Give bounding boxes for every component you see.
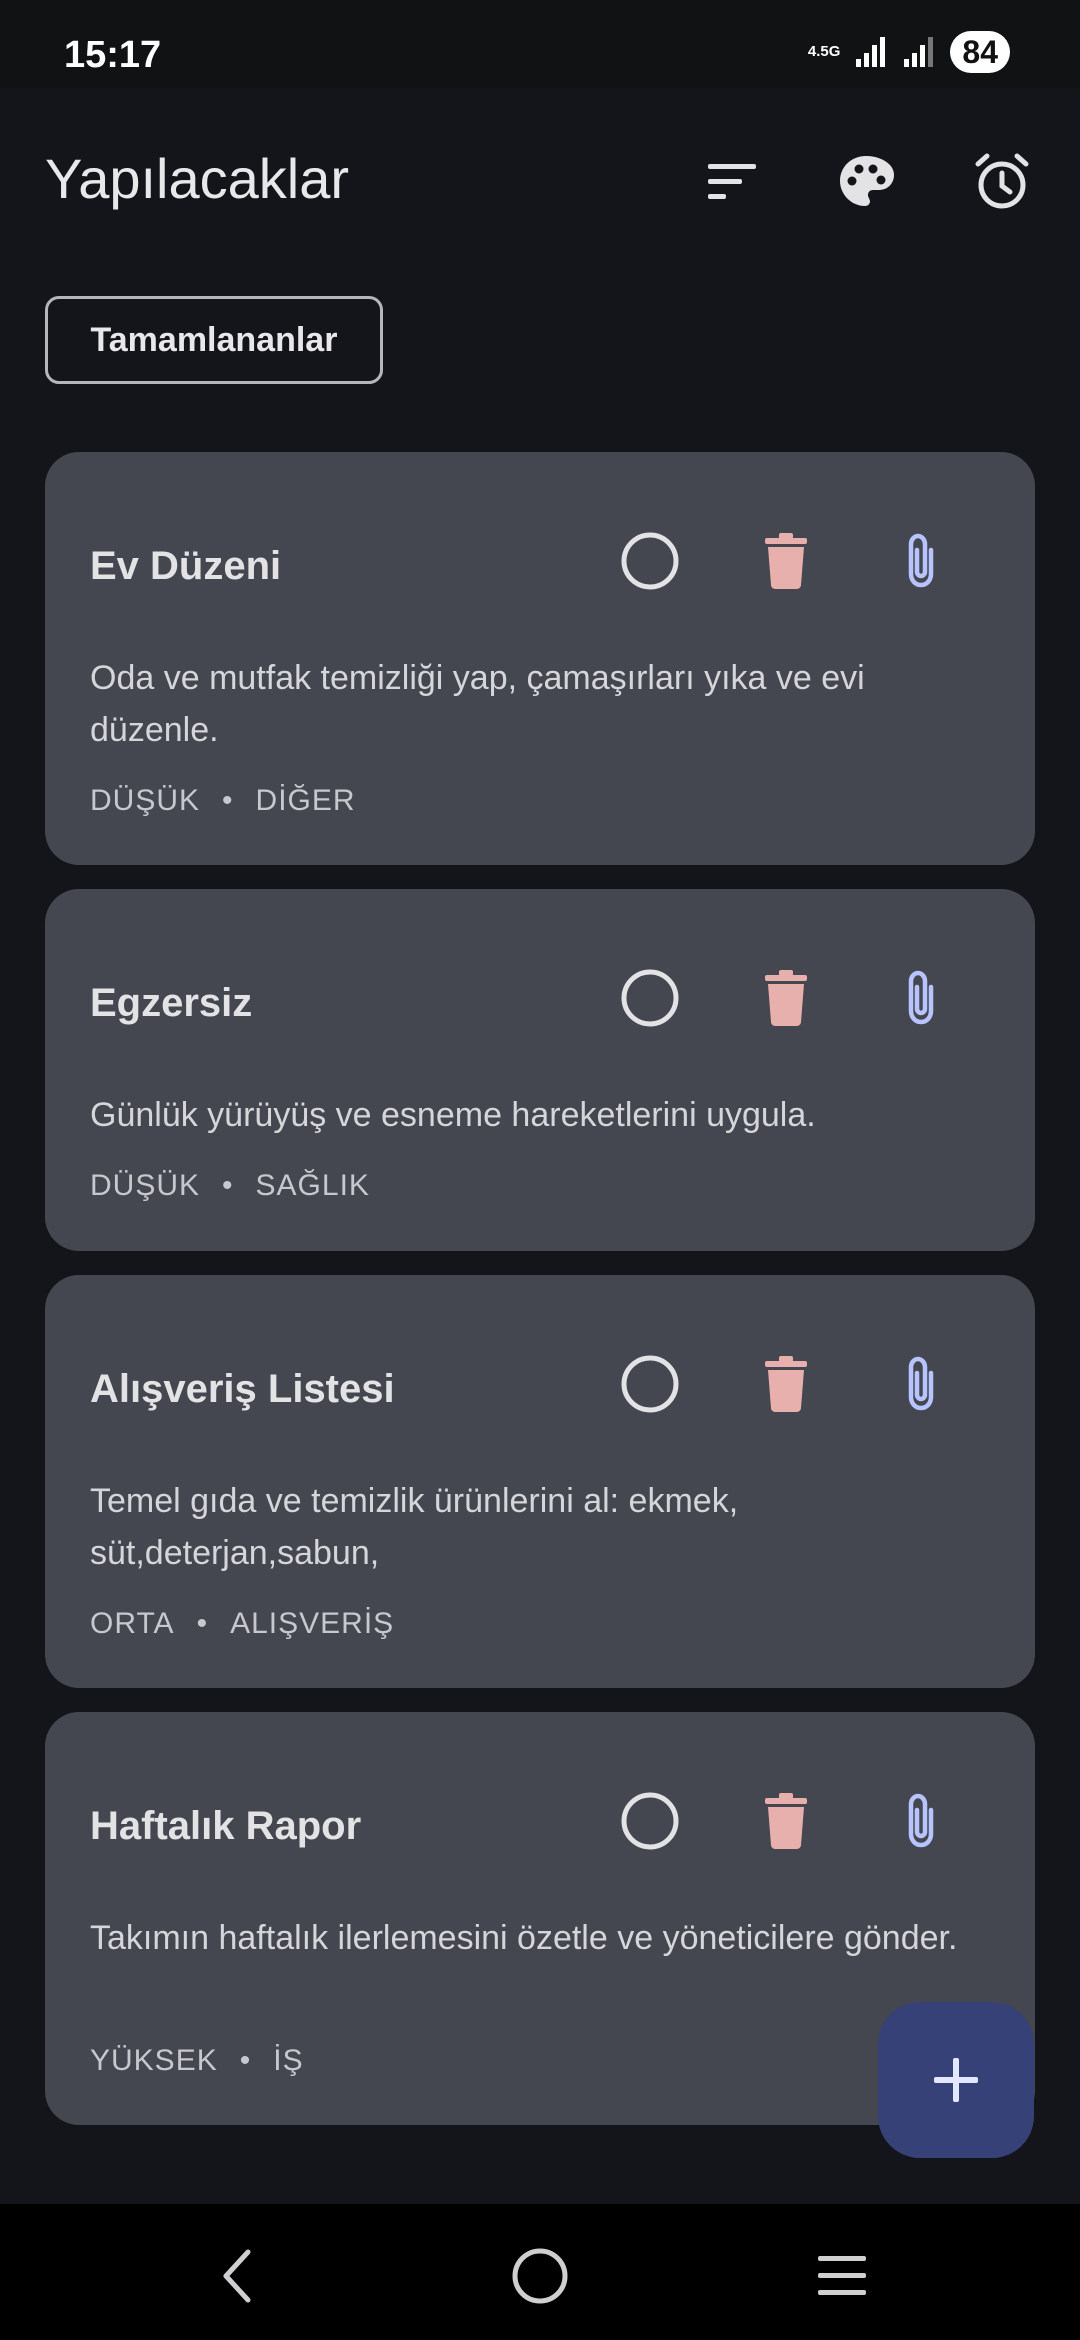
- category-label: İŞ: [273, 2044, 304, 2077]
- attach-icon[interactable]: [891, 530, 953, 592]
- complete-circle-icon[interactable]: [619, 530, 681, 592]
- delete-icon[interactable]: [755, 1353, 817, 1415]
- sort-icon[interactable]: [700, 150, 764, 214]
- task-title: Ev Düzeni: [90, 544, 282, 588]
- complete-circle-icon[interactable]: [619, 967, 681, 1029]
- task-description: Takımın haftalık ilerlemesini özetle ve …: [90, 1919, 958, 1957]
- page-title: Yapılacaklar: [45, 147, 350, 210]
- task-description: Günlük yürüyüş ve esneme hareketlerini u…: [90, 1096, 816, 1134]
- plus-icon: [930, 2054, 982, 2106]
- add-task-button[interactable]: [878, 2002, 1034, 2158]
- completed-filter-button[interactable]: Tamamlananlar: [45, 296, 383, 384]
- delete-icon[interactable]: [755, 1790, 817, 1852]
- task-title: Egzersiz: [90, 981, 253, 1025]
- meta-separator: •: [222, 784, 234, 817]
- category-label: SAĞLIK: [255, 1169, 370, 1202]
- priority-label: DÜŞÜK: [90, 784, 201, 817]
- attach-icon[interactable]: [891, 1353, 953, 1415]
- priority-label: YÜKSEK: [90, 2044, 218, 2077]
- battery-indicator: 84: [950, 31, 1010, 73]
- network-type: 4.5G: [807, 43, 841, 60]
- alarm-icon[interactable]: [970, 150, 1034, 214]
- category-label: ALIŞVERİŞ: [230, 1607, 395, 1640]
- priority-label: DÜŞÜK: [90, 1169, 201, 1202]
- task-title: Alışveriş Listesi: [90, 1367, 395, 1411]
- task-description: Temel gıda ve temizlik ürünlerini al: ek…: [90, 1482, 739, 1572]
- attach-icon[interactable]: [891, 967, 953, 1029]
- signal-icon: [854, 35, 888, 69]
- task-card[interactable]: Alışveriş Listesi Temel gıda ve temizlik…: [45, 1275, 1035, 1688]
- task-meta: DÜŞÜK • DİĞER: [90, 784, 356, 818]
- priority-label: ORTA: [90, 1607, 175, 1640]
- attach-icon[interactable]: [891, 1790, 953, 1852]
- meta-separator: •: [196, 1607, 209, 1640]
- status-time: 15:17: [64, 34, 162, 76]
- complete-circle-icon[interactable]: [619, 1790, 681, 1852]
- delete-icon[interactable]: [755, 967, 817, 1029]
- back-icon[interactable]: [206, 2244, 270, 2308]
- recents-menu-icon[interactable]: [810, 2244, 874, 2308]
- category-label: DİĞER: [255, 784, 356, 817]
- task-meta: YÜKSEK • İŞ: [90, 2044, 304, 2078]
- system-nav-bar: [0, 2204, 1080, 2340]
- signal-icon: [902, 35, 936, 69]
- status-bar: 15:17 4.5G 84: [0, 0, 1080, 88]
- task-meta: ORTA • ALIŞVERİŞ: [90, 1607, 394, 1641]
- palette-icon[interactable]: [834, 150, 898, 214]
- complete-circle-icon[interactable]: [619, 1353, 681, 1415]
- home-icon[interactable]: [508, 2244, 572, 2308]
- status-icons: 4.5G 84: [808, 30, 1010, 74]
- meta-separator: •: [222, 1169, 234, 1202]
- meta-separator: •: [239, 2044, 252, 2077]
- task-meta: DÜŞÜK • SAĞLIK: [90, 1169, 370, 1203]
- task-card[interactable]: Egzersiz Günlük yürüyüş ve esneme hareke…: [45, 889, 1035, 1251]
- task-card[interactable]: Ev Düzeni Oda ve mutfak temizliği yap, ç…: [45, 452, 1035, 865]
- task-description: Oda ve mutfak temizliği yap, çamaşırları…: [90, 659, 865, 749]
- task-title: Haftalık Rapor: [90, 1804, 362, 1848]
- delete-icon[interactable]: [755, 530, 817, 592]
